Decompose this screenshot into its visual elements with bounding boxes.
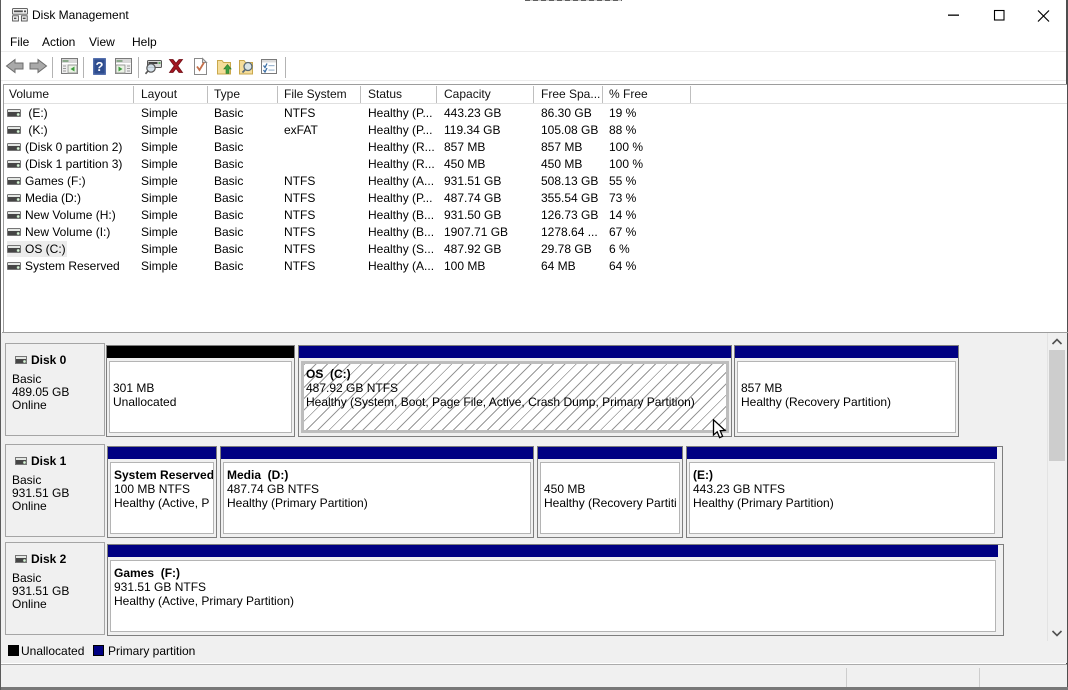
svg-text:?: ? [96,59,104,74]
